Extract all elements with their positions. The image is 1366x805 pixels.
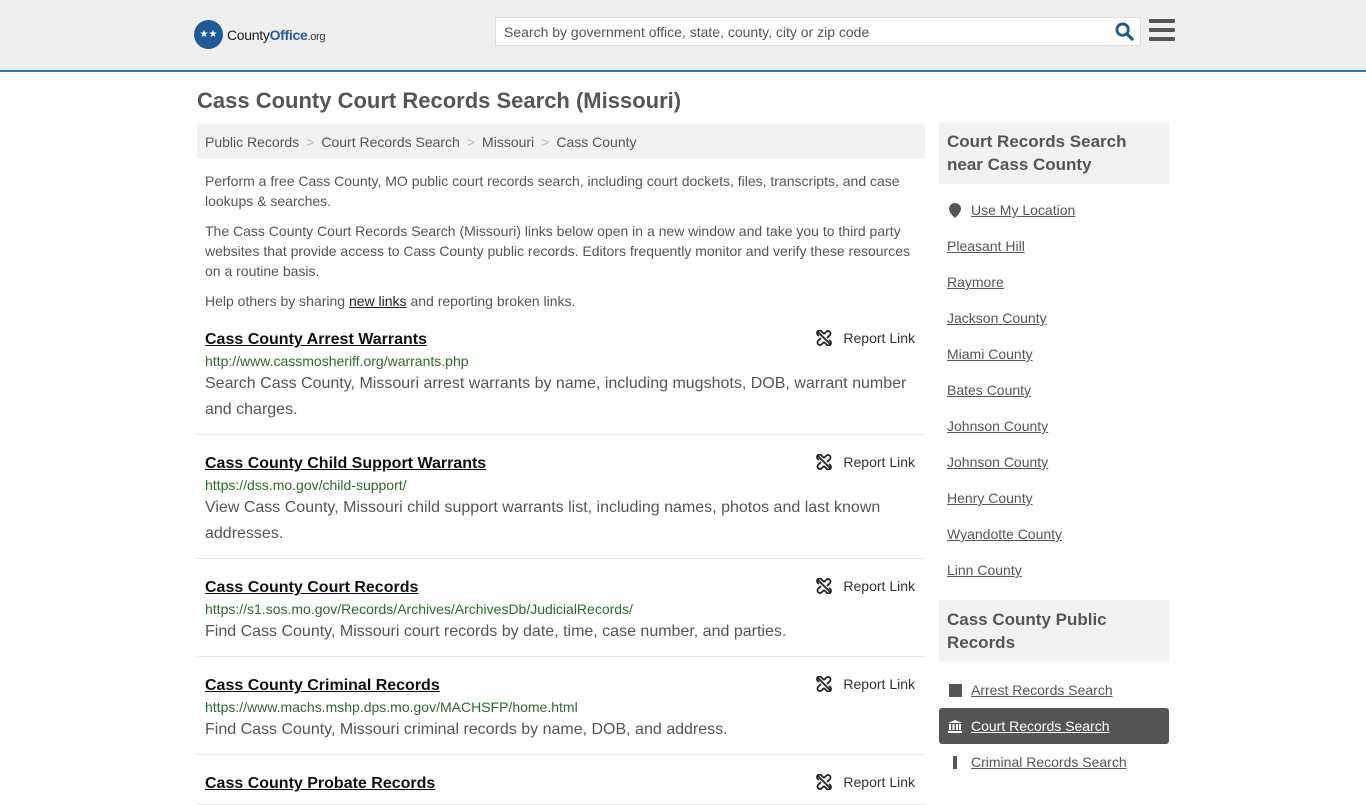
- map-pin-icon: [947, 202, 963, 218]
- logo[interactable]: ★★ CountyOffice.org: [194, 20, 326, 49]
- nearby-link[interactable]: Raymore: [947, 274, 1004, 290]
- nearby-link[interactable]: Wyandotte County: [947, 526, 1062, 542]
- public-record-link[interactable]: Court Records Search: [971, 718, 1110, 734]
- report-link-button[interactable]: Report Link: [816, 330, 915, 346]
- record-link-description: View Cass County, Missouri child support…: [205, 499, 881, 542]
- nearby-item[interactable]: Johnson County: [939, 444, 1169, 480]
- public-record-item[interactable]: Arrest Records Search: [939, 672, 1169, 708]
- breadcrumb-item[interactable]: Cass County: [556, 134, 636, 150]
- public-records-heading: Cass County Public Records: [939, 600, 1169, 662]
- search-icon: [1114, 22, 1134, 41]
- nearby-item[interactable]: Linn County: [939, 552, 1169, 588]
- breadcrumb-item[interactable]: Public Records: [205, 134, 299, 150]
- intro-paragraph: Help others by sharing new links and rep…: [205, 293, 576, 309]
- intro-paragraph: Perform a free Cass County, MO public co…: [205, 173, 900, 209]
- public-record-link[interactable]: Arrest Records Search: [971, 682, 1113, 698]
- report-link-label: Report Link: [843, 578, 915, 594]
- breadcrumb-item[interactable]: Court Records Search: [321, 134, 460, 150]
- report-link-label: Report Link: [843, 774, 915, 790]
- record-link-item: Cass County Child Support Warrants Repor…: [197, 435, 925, 559]
- nearby-link[interactable]: Henry County: [947, 490, 1033, 506]
- nearby-link[interactable]: Pleasant Hill: [947, 238, 1025, 254]
- square-icon: [947, 683, 963, 697]
- sidebar: Court Records Search near Cass County Us…: [939, 122, 1169, 790]
- record-link-item: Cass County Criminal Records Report Link…: [197, 657, 925, 755]
- report-link-button[interactable]: Report Link: [816, 774, 915, 790]
- record-link-url: https://www.machs.mshp.dps.mo.gov/MACHSF…: [205, 699, 578, 715]
- record-link-description: Find Cass County, Missouri court records…: [205, 623, 787, 640]
- nearby-item[interactable]: Johnson County: [939, 408, 1169, 444]
- nearby-link[interactable]: Jackson County: [947, 310, 1047, 326]
- search-button[interactable]: [1108, 18, 1140, 45]
- nearby-link[interactable]: Johnson County: [947, 418, 1048, 434]
- record-link-title[interactable]: Cass County Probate Records: [205, 775, 435, 793]
- broken-link-icon: [816, 774, 833, 790]
- nearby-link[interactable]: Miami County: [947, 346, 1033, 362]
- record-link-item: Cass County Arrest Warrants Report Link …: [197, 311, 925, 435]
- record-link-description: Find Cass County, Missouri criminal reco…: [205, 721, 728, 738]
- new-links-link[interactable]: new links: [349, 293, 407, 309]
- report-link-button[interactable]: Report Link: [816, 578, 915, 594]
- record-link-item: Cass County Probate Records Report Link: [197, 755, 925, 805]
- record-link-url: https://s1.sos.mo.gov/Records/Archives/A…: [205, 601, 633, 617]
- report-link-label: Report Link: [843, 676, 915, 692]
- hamburger-menu-button[interactable]: [1149, 19, 1175, 41]
- intro-paragraph: The Cass County Court Records Search (Mi…: [205, 223, 910, 279]
- bar-icon: [947, 755, 963, 769]
- public-record-item[interactable]: Court Records Search: [939, 708, 1169, 744]
- search-bar: [495, 17, 1141, 46]
- logo-name: County: [227, 26, 270, 43]
- record-links-list: Cass County Arrest Warrants Report Link …: [197, 311, 925, 805]
- nearby-link[interactable]: Linn County: [947, 562, 1022, 578]
- nearby-item[interactable]: Wyandotte County: [939, 516, 1169, 552]
- public-record-item[interactable]: Criminal Records Search: [939, 744, 1169, 780]
- record-link-url: http://www.cassmosheriff.org/warrants.ph…: [205, 353, 469, 369]
- courthouse-icon: [947, 719, 963, 733]
- record-link-url: https://dss.mo.gov/child-support/: [205, 477, 407, 493]
- record-link-title[interactable]: Cass County Child Support Warrants: [205, 455, 486, 473]
- record-link-title[interactable]: Cass County Criminal Records: [205, 677, 440, 695]
- report-link-button[interactable]: Report Link: [816, 454, 915, 470]
- broken-link-icon: [816, 330, 833, 346]
- nearby-item[interactable]: Pleasant Hill: [939, 228, 1169, 264]
- intro-text: Perform a free Cass County, MO public co…: [197, 171, 925, 311]
- top-bar: ★★ CountyOffice.org: [0, 0, 1366, 72]
- logo-office: Office: [269, 26, 308, 43]
- nearby-item[interactable]: Henry County: [939, 480, 1169, 516]
- record-link-item: Cass County Court Records Report Link ht…: [197, 559, 925, 657]
- nearby-item[interactable]: Raymore: [939, 264, 1169, 300]
- public-records-list: Arrest Records Search Court Records Searc…: [939, 662, 1169, 790]
- breadcrumb-item[interactable]: Missouri: [482, 134, 534, 150]
- nearby-item[interactable]: Jackson County: [939, 300, 1169, 336]
- search-input[interactable]: [496, 18, 1108, 45]
- use-location-link[interactable]: Use My Location: [971, 202, 1075, 218]
- breadcrumb: Public Records > Court Records Search > Mi…: [197, 124, 925, 159]
- broken-link-icon: [816, 676, 833, 692]
- record-link-title[interactable]: Cass County Arrest Warrants: [205, 331, 427, 349]
- main-content: Public Records > Court Records Search > Mi…: [197, 124, 925, 805]
- logo-tld: .org: [307, 30, 326, 43]
- nearby-heading: Court Records Search near Cass County: [939, 122, 1169, 184]
- use-location-item[interactable]: Use My Location: [939, 192, 1169, 228]
- nearby-link[interactable]: Bates County: [947, 382, 1031, 398]
- eagle-logo-icon: ★★: [194, 20, 223, 49]
- broken-link-icon: [816, 454, 833, 470]
- nearby-list: Use My Location Pleasant Hill Raymore Jack…: [939, 184, 1169, 598]
- report-link-label: Report Link: [843, 454, 915, 470]
- nearby-item[interactable]: Miami County: [939, 336, 1169, 372]
- broken-link-icon: [816, 578, 833, 594]
- report-link-button[interactable]: Report Link: [816, 676, 915, 692]
- report-link-label: Report Link: [843, 330, 915, 346]
- nearby-link[interactable]: Johnson County: [947, 454, 1048, 470]
- record-link-description: Search Cass County, Missouri arrest warr…: [205, 375, 907, 418]
- record-link-title[interactable]: Cass County Court Records: [205, 579, 418, 597]
- nearby-item[interactable]: Bates County: [939, 372, 1169, 408]
- page-title: Cass County Court Records Search (Missou…: [197, 88, 682, 113]
